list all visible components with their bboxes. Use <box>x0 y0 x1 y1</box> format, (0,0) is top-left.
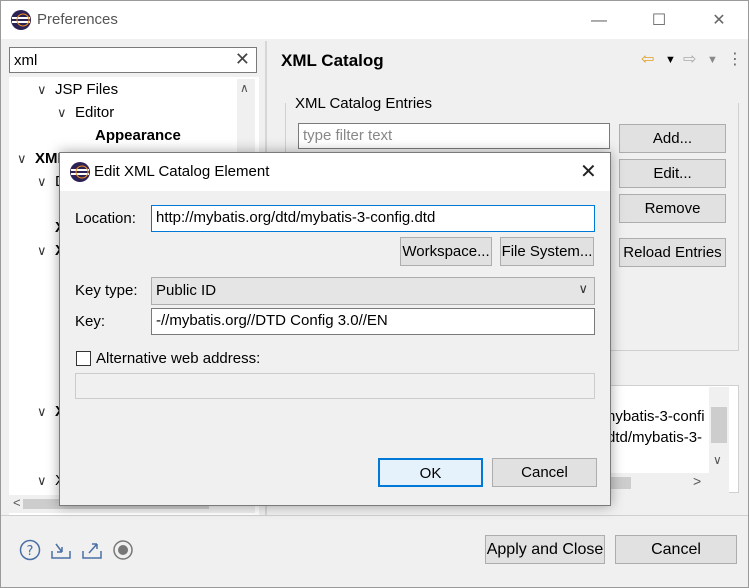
close-button[interactable]: ✕ <box>707 9 731 33</box>
alternative-address-checkbox[interactable] <box>76 351 91 366</box>
tree-item-editor[interactable]: Editor <box>75 104 114 121</box>
svg-text:?: ? <box>27 544 34 559</box>
clear-filter-icon[interactable]: ✕ <box>235 49 250 70</box>
tree-item-jsp-files[interactable]: JSP Files <box>55 81 118 98</box>
collapse-chevron-icon[interactable]: ∨ <box>37 404 47 420</box>
filter-value: xml <box>14 52 38 69</box>
bottom-separator <box>1 515 748 516</box>
key-label: Key: <box>75 313 106 330</box>
scroll-right-icon[interactable]: > <box>693 473 701 489</box>
collapse-chevron-icon[interactable]: ∨ <box>37 82 47 98</box>
file-system-button[interactable]: File System... <box>500 237 594 266</box>
location-input[interactable]: http://mybatis.org/dtd/mybatis-3-config.… <box>151 205 595 232</box>
location-label: Location: <box>75 210 136 227</box>
back-menu-chevron-icon[interactable]: ▼ <box>665 54 676 66</box>
view-menu-icon[interactable]: ⋮ <box>727 49 743 69</box>
key-type-label: Key type: <box>75 282 138 299</box>
group-label: XML Catalog Entries <box>293 95 435 112</box>
scroll-up-icon[interactable]: ∧ <box>240 81 249 95</box>
remove-button[interactable]: Remove <box>619 194 726 223</box>
key-type-select[interactable]: Public ID ∨ <box>151 277 595 305</box>
dialog-title: Edit XML Catalog Element <box>94 163 270 180</box>
page-title: XML Catalog <box>281 51 384 70</box>
eclipse-logo-icon <box>70 162 90 182</box>
preferences-filter-input[interactable]: xml ✕ <box>9 47 257 73</box>
catalog-filter-input[interactable]: type filter text <box>298 123 610 149</box>
export-icon[interactable] <box>81 539 103 561</box>
cancel-button[interactable]: Cancel <box>615 535 737 564</box>
key-input[interactable]: -//mybatis.org//DTD Config 3.0//EN <box>151 308 595 335</box>
collapse-chevron-icon[interactable]: ∨ <box>37 473 47 489</box>
edit-button[interactable]: Edit... <box>619 159 726 188</box>
forward-menu-chevron-icon[interactable]: ▼ <box>707 54 718 66</box>
collapse-chevron-icon[interactable]: ∨ <box>57 105 67 121</box>
window-title: Preferences <box>37 11 118 28</box>
eclipse-logo-icon <box>11 10 31 30</box>
add-button[interactable]: Add... <box>619 124 726 153</box>
chevron-down-icon: ∨ <box>578 281 588 296</box>
reload-entries-button[interactable]: Reload Entries <box>619 238 726 267</box>
title-bar: Preferences — ☐ ✕ <box>1 1 748 39</box>
maximize-button[interactable]: ☐ <box>647 9 671 33</box>
tree-item-appearance[interactable]: Appearance <box>95 127 181 144</box>
scroll-down-icon[interactable]: ∨ <box>713 453 722 467</box>
collapse-chevron-icon[interactable]: ∨ <box>37 243 47 259</box>
key-type-value: Public ID <box>156 282 217 299</box>
minimize-button[interactable]: — <box>587 9 611 33</box>
forward-arrow-icon[interactable]: ⇨ <box>683 49 696 69</box>
help-icon[interactable]: ? <box>19 539 41 561</box>
ok-button[interactable]: OK <box>378 458 483 487</box>
dialog-close-button[interactable]: ✕ <box>580 159 597 184</box>
edit-catalog-element-dialog: Edit XML Catalog Element ✕ Location: htt… <box>59 152 611 506</box>
collapse-chevron-icon[interactable]: ∨ <box>17 151 27 167</box>
alternative-address-input <box>75 373 595 399</box>
collapse-chevron-icon[interactable]: ∨ <box>37 174 47 190</box>
import-icon[interactable] <box>50 539 72 561</box>
workspace-button[interactable]: Workspace... <box>400 237 492 266</box>
details-horizontal-scrollbar[interactable]: > <box>605 473 729 493</box>
alternative-address-label: Alternative web address: <box>96 350 261 367</box>
record-icon[interactable] <box>112 539 134 561</box>
scroll-left-icon[interactable]: < <box>13 495 21 510</box>
details-text: dtd/mybatis-3- <box>607 429 703 446</box>
back-arrow-icon[interactable]: ⇦ <box>641 49 654 69</box>
apply-and-close-button[interactable]: Apply and Close <box>485 535 605 564</box>
dialog-cancel-button[interactable]: Cancel <box>492 458 597 487</box>
dialog-title-bar: Edit XML Catalog Element ✕ <box>60 153 610 191</box>
details-text: nybatis-3-confi <box>607 408 705 425</box>
scroll-thumb[interactable] <box>711 407 727 443</box>
